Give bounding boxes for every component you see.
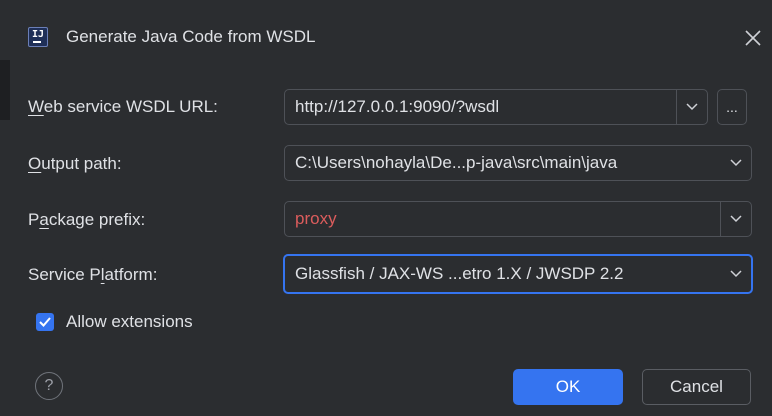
allow-extensions-checkbox[interactable] [36, 313, 54, 331]
service-platform-label: Service Platform: [28, 264, 157, 286]
close-icon[interactable] [743, 28, 763, 48]
service-platform-value: Glassfish / JAX-WS ...etro 1.X / JWSDP 2… [295, 264, 624, 283]
allow-extensions-label: Allow extensions [66, 312, 193, 331]
checkmark-icon [39, 317, 51, 327]
output-path-combobox[interactable]: C:\Users\nohayla\De...p-java\src\main\ja… [284, 145, 752, 181]
output-path-label: Output path: [28, 153, 122, 175]
wsdl-url-label: Web service WSDL URL: [28, 96, 218, 118]
chevron-down-icon[interactable] [677, 90, 707, 124]
package-prefix-label: Package prefix: [28, 209, 145, 231]
allow-extensions-row[interactable]: Allow extensions [36, 310, 193, 334]
ok-button[interactable]: OK [513, 369, 623, 405]
package-prefix-label-mnemonic: a [39, 210, 49, 229]
title-bar: IJ Generate Java Code from WSDL [0, 0, 772, 70]
logo-text: IJ [31, 29, 45, 40]
wsdl-url-combobox[interactable]: http://127.0.0.1:9090/?wsdl [284, 89, 708, 125]
output-path-label-text: utput path: [41, 154, 122, 173]
cancel-button[interactable]: Cancel [642, 369, 751, 405]
chevron-down-icon[interactable] [721, 256, 751, 292]
wsdl-url-label-mnemonic: W [28, 97, 44, 116]
service-platform-label-text: atform: [104, 265, 158, 284]
package-prefix-label-start: P [28, 210, 40, 229]
service-platform-select[interactable]: Glassfish / JAX-WS ...etro 1.X / JWSDP 2… [283, 254, 753, 294]
chevron-down-icon[interactable] [721, 202, 751, 236]
service-platform-label-start: Service P [28, 265, 101, 284]
chevron-down-icon[interactable] [721, 146, 751, 180]
generate-java-code-dialog: IJ Generate Java Code from WSDL Web serv… [0, 0, 772, 416]
package-prefix-combobox[interactable]: proxy [284, 201, 752, 237]
help-icon[interactable]: ? [35, 372, 63, 400]
wsdl-url-label-text: eb service WSDL URL: [43, 97, 218, 116]
intellij-logo-icon: IJ [28, 27, 48, 47]
package-prefix-input[interactable]: proxy [285, 209, 720, 229]
wsdl-url-input[interactable]: http://127.0.0.1:9090/?wsdl [285, 97, 676, 117]
browse-button[interactable]: ... [717, 89, 747, 125]
dialog-title: Generate Java Code from WSDL [66, 27, 316, 46]
output-path-label-mnemonic: O [28, 154, 42, 173]
package-prefix-label-text: ckage prefix: [48, 210, 146, 229]
output-path-value: C:\Users\nohayla\De...p-java\src\main\ja… [295, 153, 618, 172]
